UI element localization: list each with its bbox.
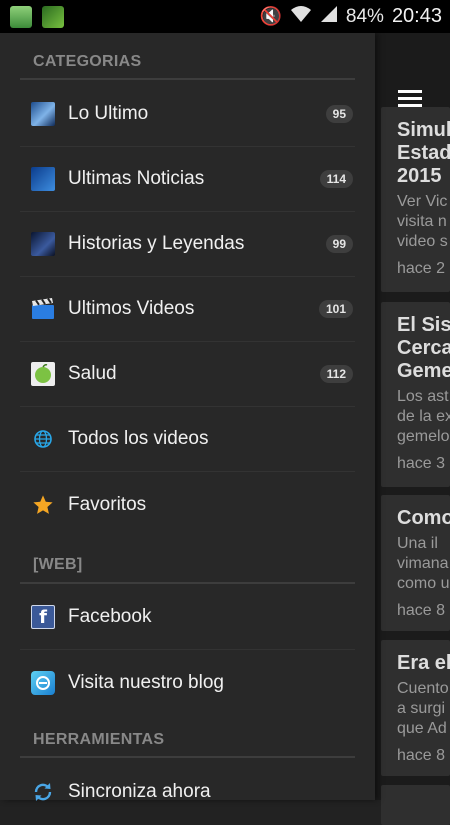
status-bar: 🔇 84% 20:43 (0, 0, 450, 33)
drawer-item-sincroniza-ahora[interactable]: Sincroniza ahora (20, 759, 355, 824)
section-header-herramientas: HERRAMIENTAS (33, 731, 165, 748)
drawer-item-label: Salud (68, 363, 117, 384)
drawer-item-label: Historias y Leyendas (68, 233, 245, 254)
article-title-line: Cerca (397, 337, 450, 359)
article-excerpt-line: Una il (397, 535, 438, 552)
article-excerpt-line: que Ad (397, 720, 447, 737)
drawer-item-label: Ultimas Noticias (68, 168, 205, 189)
article-excerpt-line: Los ast (397, 388, 449, 405)
article-time: hace 8 (397, 602, 446, 619)
drawer-item-favoritos[interactable]: Favoritos (20, 472, 355, 537)
article-excerpt-line: de la ex (397, 408, 450, 425)
article-excerpt-line: visita n (397, 213, 447, 230)
menu-icon[interactable] (398, 90, 422, 108)
noticias-icon (31, 167, 55, 191)
article-excerpt-line: Cuento (397, 680, 449, 697)
article-card[interactable]: El Sist Cerca Geme Los ast de la ex geme… (381, 302, 450, 487)
drawer-item-label: Facebook (68, 606, 152, 627)
navigation-drawer: CATEGORIAS Lo Ultimo 95 Ultimas Noticias… (0, 33, 375, 802)
article-time: hace 3 (397, 455, 446, 472)
article-excerpt-line: vimana (397, 555, 449, 572)
article-excerpt-line: a surgi (397, 700, 446, 717)
drawer-item-label: Favoritos (68, 493, 147, 515)
facebook-icon: f (31, 605, 55, 629)
article-title-line: Estad (397, 142, 450, 164)
article-card[interactable] (381, 785, 450, 825)
drawer-item-salud[interactable]: Salud 112 (20, 342, 355, 407)
historias-icon (31, 232, 55, 256)
section-header-categorias: CATEGORIAS (33, 53, 142, 70)
drawer-item-historias-y-leyendas[interactable]: Historias y Leyendas 99 (20, 212, 355, 277)
section-divider (20, 582, 355, 584)
article-time: hace 8 (397, 747, 446, 764)
article-title-line: Geme (397, 360, 450, 382)
video-clapper-icon (31, 297, 55, 321)
article-excerpt-line: Ver Vic (397, 193, 448, 210)
article-time: hace 2 (397, 260, 446, 277)
drawer-item-lo-ultimo[interactable]: Lo Ultimo 95 (20, 82, 355, 147)
article-excerpt-line: gemelo (397, 428, 450, 445)
star-icon (31, 493, 55, 517)
battery-level: 84% (345, 5, 384, 27)
count-badge: 112 (319, 365, 353, 383)
article-title-line: 2015 (397, 165, 442, 187)
count-badge: 99 (325, 235, 353, 253)
salud-icon (31, 362, 55, 386)
article-title-line: Era el (397, 652, 450, 674)
count-badge: 95 (325, 105, 353, 123)
app-notification-icon (10, 5, 32, 28)
section-divider (20, 756, 355, 758)
section-divider (20, 78, 355, 80)
article-title-line: Como (397, 507, 450, 529)
article-card[interactable]: Como Una il vimana como u hace 8 (381, 495, 450, 631)
satellite-icon (42, 5, 64, 28)
article-card[interactable]: Era el Cuento a surgi que Ad hace 8 (381, 640, 450, 776)
drawer-item-ultimos-videos[interactable]: Ultimos Videos 101 (20, 277, 355, 342)
wifi-icon (290, 5, 312, 28)
lo-ultimo-icon (31, 102, 55, 126)
article-excerpt-line: como u (397, 575, 450, 592)
article-excerpt-line: video s (397, 233, 448, 250)
drawer-item-ultimas-noticias[interactable]: Ultimas Noticias 114 (20, 147, 355, 212)
article-card[interactable]: Simul Estad 2015 Ver Vic visita n video … (381, 107, 450, 292)
signal-icon (320, 5, 338, 28)
article-title-line: El Sist (397, 314, 450, 336)
clock: 20:43 (391, 5, 442, 27)
blog-icon (31, 670, 55, 695)
drawer-item-label: Lo Ultimo (68, 103, 149, 124)
drawer-item-label: Ultimos Videos (68, 298, 195, 319)
count-badge: 101 (318, 300, 353, 318)
globe-icon (31, 427, 55, 451)
article-title-line: Simul (397, 119, 450, 141)
section-header-web: [WEB] (33, 556, 83, 573)
drawer-item-label: Visita nuestro blog (68, 671, 224, 693)
drawer-item-visita-nuestro-blog[interactable]: Visita nuestro blog (20, 650, 355, 715)
drawer-item-todos-los-videos[interactable]: Todos los videos (20, 407, 355, 472)
count-badge: 114 (319, 170, 353, 188)
drawer-item-facebook[interactable]: f Facebook (20, 585, 355, 650)
mute-icon: 🔇 (259, 6, 282, 26)
drawer-item-label: Sincroniza ahora (68, 780, 211, 802)
drawer-item-label: Todos los videos (68, 428, 209, 449)
